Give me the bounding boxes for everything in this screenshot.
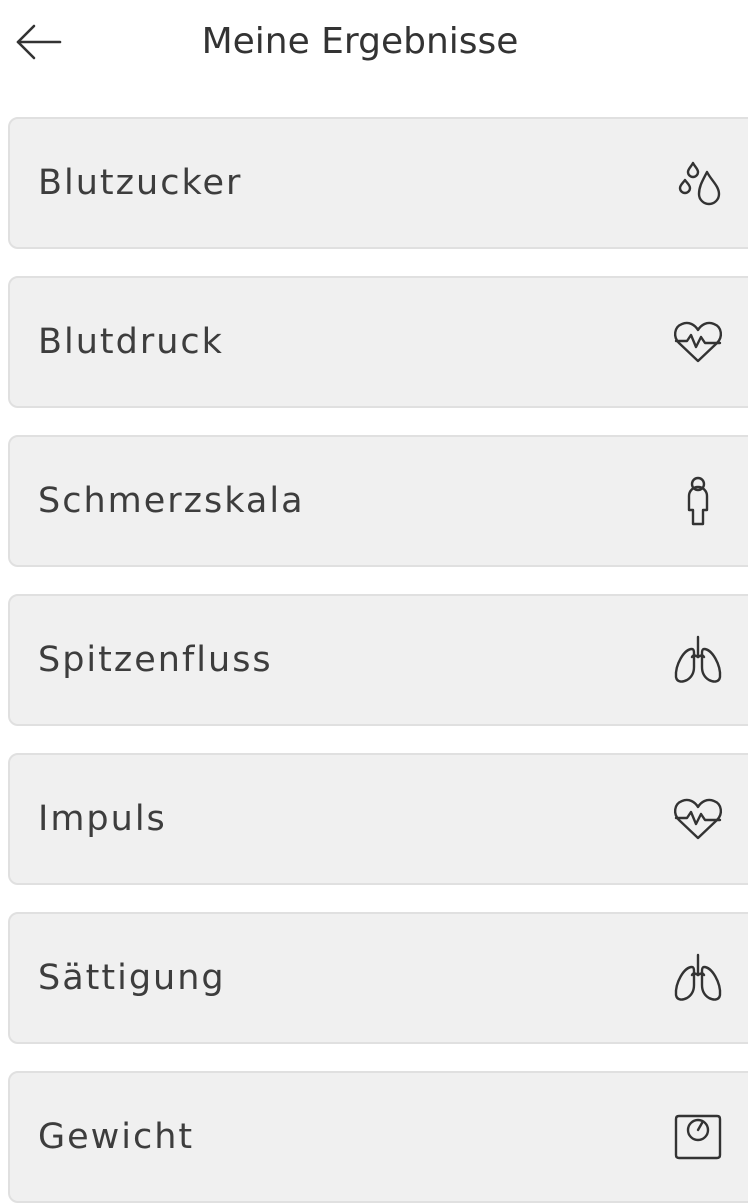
person-icon [658,437,738,565]
list-item-saettigung[interactable]: Sättigung [8,912,748,1044]
heart-pulse-icon [658,278,738,406]
lungs-icon [658,596,738,724]
list-item-label: Blutzucker [38,163,243,203]
list-item-schmerzskala[interactable]: Schmerzskala [8,435,748,567]
list-item-spitzenfluss[interactable]: Spitzenfluss [8,594,748,726]
list-item-gewicht[interactable]: Gewicht [8,1071,748,1203]
list-item-label: Schmerzskala [38,481,305,521]
list-item-label: Blutdruck [38,322,224,362]
list-item-label: Gewicht [38,1117,195,1157]
list-item-label: Sättigung [38,958,226,998]
results-list: Blutzucker Blutdruck Schmerzskala Spitze… [0,0,748,1203]
scale-icon [658,1073,738,1201]
list-item-label: Spitzenfluss [38,640,273,680]
heart-pulse-icon [658,755,738,883]
list-item-label: Impuls [38,799,167,839]
list-item-blutdruck[interactable]: Blutdruck [8,276,748,408]
list-item-blutzucker[interactable]: Blutzucker [8,117,748,249]
lungs-icon [658,914,738,1042]
drops-icon [658,119,738,247]
list-item-impuls[interactable]: Impuls [8,753,748,885]
